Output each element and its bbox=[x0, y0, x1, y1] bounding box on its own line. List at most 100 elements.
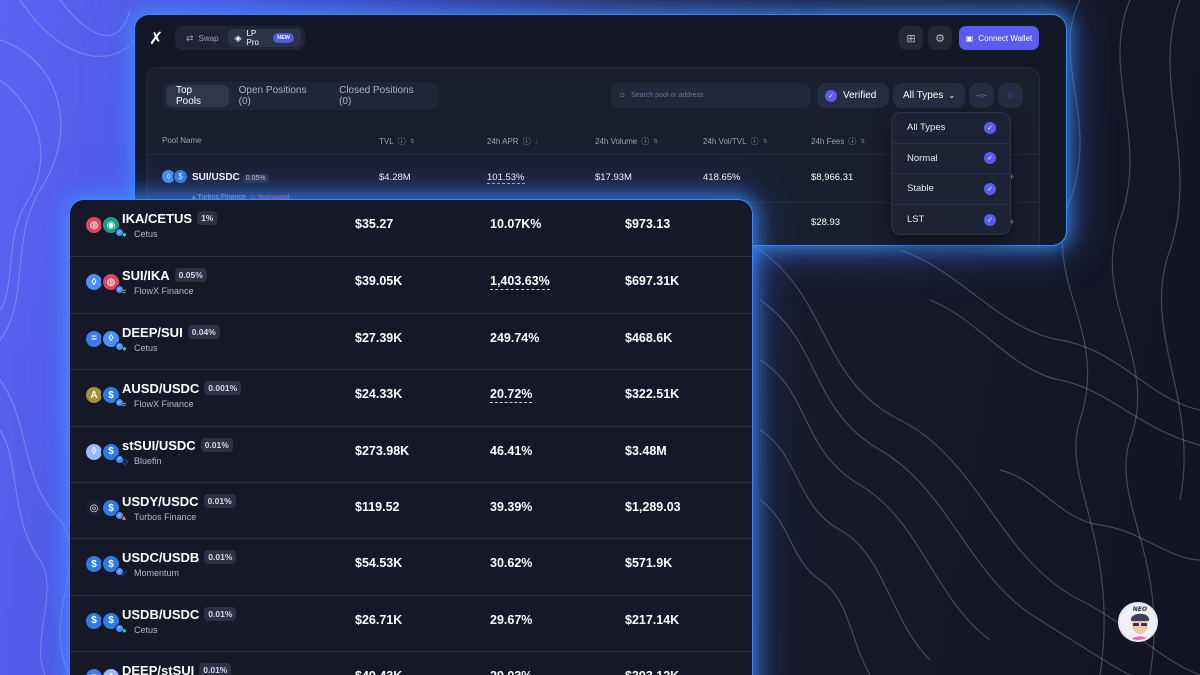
apr-value[interactable]: 20.72% bbox=[490, 387, 533, 404]
protocol-label: ● Cetus bbox=[122, 229, 158, 239]
token-pair-icons: $ $ ✓ bbox=[84, 610, 124, 633]
nav-tab-swap[interactable]: ⇄ Swap bbox=[179, 29, 226, 47]
protocol-label: ● Cetus bbox=[122, 343, 158, 353]
token-pair-icons: $ $ ✓ bbox=[84, 554, 124, 577]
volume-value: $217.14K bbox=[625, 612, 680, 627]
tab-closed-positions[interactable]: Closed Positions (0) bbox=[329, 85, 436, 107]
apr-value[interactable]: 39.39% bbox=[490, 500, 532, 514]
volume-value: $3.48M bbox=[625, 443, 667, 458]
protocol-name: Cetus bbox=[134, 342, 158, 353]
zoomed-pool-table: ◍ ◉ ✓ IKA/CETUS 1% ● Cetus $35.27 10.07K% $973.13… bbox=[70, 200, 752, 675]
volume-value: $697.31K bbox=[625, 274, 680, 289]
table-row[interactable]: = ◊ ✓ DEEP/SUI 0.04% ● Cetus $27.39K 249.74% $468… bbox=[70, 312, 752, 369]
fee-badge: 0.01% bbox=[204, 606, 237, 621]
protocol-icon: ● bbox=[122, 230, 127, 239]
fee-badge: 0.001% bbox=[204, 381, 242, 396]
fee-badge: 0.04% bbox=[187, 324, 220, 339]
grid-button[interactable]: ⊞ bbox=[899, 26, 923, 50]
pool-pair: IKA/CETUS bbox=[122, 211, 193, 226]
filter-button[interactable]: -○- bbox=[969, 83, 994, 108]
dropdown-option-all-types[interactable]: All Types ✓ bbox=[892, 113, 1010, 144]
apr-value[interactable]: 29.03% bbox=[490, 669, 532, 675]
col-tvl[interactable]: TVL ⓘ ⇅ bbox=[379, 136, 415, 147]
apr-value[interactable]: 101.53% bbox=[487, 172, 525, 184]
tvl-value: $49.43K bbox=[355, 669, 402, 675]
table-row[interactable]: ◍ ◉ ✓ IKA/CETUS 1% ● Cetus $35.27 10.07K% $973.13 bbox=[70, 200, 752, 256]
protocol-icon: ◇ bbox=[122, 456, 129, 466]
col-fees[interactable]: 24h Fees ⓘ ⇅ bbox=[811, 136, 865, 147]
pool-pair: AUSD/USDC bbox=[122, 381, 200, 397]
search-input[interactable]: ○ Search pool or address bbox=[611, 83, 811, 108]
token-pair-icons: =◊✓ bbox=[84, 667, 124, 675]
sort-icon: ⇅ bbox=[860, 139, 866, 145]
protocol-label: ⟋ Momentum bbox=[122, 568, 179, 579]
protocol-label: ◇ Bluefin bbox=[122, 456, 162, 466]
lp-icon: ◈ bbox=[234, 32, 242, 43]
token-icon: ◊ bbox=[101, 667, 121, 675]
commit-icon: -○- bbox=[976, 91, 987, 100]
dropdown-option-normal[interactable]: Normal ✓ bbox=[892, 144, 1010, 174]
col-apr[interactable]: 24h APR ⓘ ↓ bbox=[487, 136, 538, 147]
column-label: TVL bbox=[379, 137, 394, 146]
fee-badge: 0.01% bbox=[203, 494, 236, 508]
pool-pair: DEEP/stSUI bbox=[122, 663, 195, 675]
pool-name-cell: DEEP/SUI 0.04% bbox=[122, 324, 220, 340]
pool-pair: stSUI/USDC bbox=[122, 437, 196, 453]
protocol-name: FlowX Finance bbox=[134, 286, 194, 297]
table-row[interactable]: ◎ $ ✓ USDY/USDC 0.01% ▴ Turbos Finance $119.52 3… bbox=[70, 482, 752, 538]
token-pair-icons: ◍ ◉ ✓ bbox=[84, 215, 124, 237]
col-vol-tvl[interactable]: 24h Vol/TVL ⓘ ⇅ bbox=[703, 136, 768, 147]
tvl-value: $119.52 bbox=[355, 500, 400, 514]
info-icon: ⓘ bbox=[522, 137, 531, 146]
tab-open-positions[interactable]: Open Positions (0) bbox=[229, 85, 329, 107]
sort-icon: ⇅ bbox=[409, 139, 415, 145]
option-label: Stable bbox=[907, 183, 934, 195]
top-navbar: ✗ ⇄ Swap ◈ LP Pro NEW ⊞ ⚙ ▣ Connect Wall… bbox=[135, 15, 1066, 61]
nav-tab-lp-pro[interactable]: ◈ LP Pro NEW bbox=[227, 29, 301, 47]
info-icon: ⓘ bbox=[397, 137, 406, 146]
verified-toggle[interactable]: ✓ Verified bbox=[817, 83, 889, 108]
table-row[interactable]: ◊ $ ✓ stSUI/USDC 0.01% ◇ Bluefin $273.98K 46.41%… bbox=[70, 425, 752, 482]
pool-pair: USDC/USDB bbox=[122, 550, 200, 566]
fee-badge: 1% bbox=[197, 211, 218, 225]
tab-top-pools[interactable]: Top Pools bbox=[166, 85, 229, 107]
table-row[interactable]: =◊✓DEEP/stSUI 0.01% $49.43K 29.03% $393.12K bbox=[70, 651, 752, 675]
pool-pair: SUI/USDC bbox=[192, 172, 240, 183]
table-row[interactable]: A $ ✓ AUSD/USDC 0.001% ≠ FlowX Finance $24.33K 2… bbox=[70, 369, 752, 425]
table-row[interactable]: ◊ ◍ ✓ SUI/IKA 0.05% ≠ FlowX Finance $39.05K 1,40… bbox=[70, 256, 752, 312]
tvl-value: $273.98K bbox=[355, 443, 410, 458]
column-label: Pool Name bbox=[162, 136, 202, 145]
apr-value[interactable]: 29.67% bbox=[490, 613, 532, 627]
chevron-down-icon: ⌄ bbox=[948, 91, 956, 100]
avatar[interactable]: NEO bbox=[1118, 602, 1158, 642]
apr-value[interactable]: 10.07K% bbox=[490, 217, 541, 231]
apr-value[interactable]: 249.74% bbox=[490, 331, 539, 345]
pool-name-cell: stSUI/USDC 0.01% bbox=[122, 437, 233, 453]
connect-wallet-label: Connect Wallet bbox=[978, 33, 1033, 43]
table-row[interactable]: $ $ ✓ USDC/USDB 0.01% ⟋ Momentum $54.53K 30.62% $… bbox=[70, 538, 752, 594]
pool-name-cell: SUI/USDC 0.05% ▴ Turbos Finance ♨ Sponsor… bbox=[192, 167, 289, 204]
tvl-value: $54.53K bbox=[355, 556, 403, 571]
refresh-button[interactable]: ◌ bbox=[998, 83, 1023, 108]
brand-logo[interactable]: ✗ bbox=[149, 29, 163, 49]
fee-badge: 0.01% bbox=[204, 550, 237, 565]
apr-value[interactable]: 30.62% bbox=[490, 556, 532, 570]
token-pair-icons: ◊ $ bbox=[161, 169, 191, 187]
dropdown-option-stable[interactable]: Stable ✓ bbox=[892, 174, 1010, 205]
fee-badge: 0.01% bbox=[199, 663, 232, 675]
protocol-icon: ≠ bbox=[122, 287, 127, 297]
table-row[interactable]: $ $ ✓ USDB/USDC 0.01% ● Cetus $26.71K 29.67% $217… bbox=[70, 594, 752, 651]
sort-desc-icon: ↓ bbox=[534, 138, 538, 145]
apr-value[interactable]: 1,403.63% bbox=[490, 274, 550, 291]
col-volume[interactable]: 24h Volume ⓘ ⇅ bbox=[595, 136, 658, 147]
protocol-icon: ▴ bbox=[122, 513, 127, 522]
apr-value[interactable]: 46.41% bbox=[490, 444, 532, 458]
wallet-icon: ▣ bbox=[965, 33, 974, 43]
dropdown-option-lst[interactable]: LST ✓ bbox=[892, 205, 1010, 235]
type-filter-select[interactable]: All Types ⌄ bbox=[893, 83, 965, 108]
protocol-name: Cetus bbox=[134, 229, 158, 239]
pool-name-cell: USDY/USDC 0.01% bbox=[122, 494, 236, 509]
settings-button[interactable]: ⚙ bbox=[928, 26, 952, 50]
connect-wallet-button[interactable]: ▣ Connect Wallet bbox=[959, 26, 1039, 50]
col-pool-name: Pool Name bbox=[162, 136, 202, 145]
